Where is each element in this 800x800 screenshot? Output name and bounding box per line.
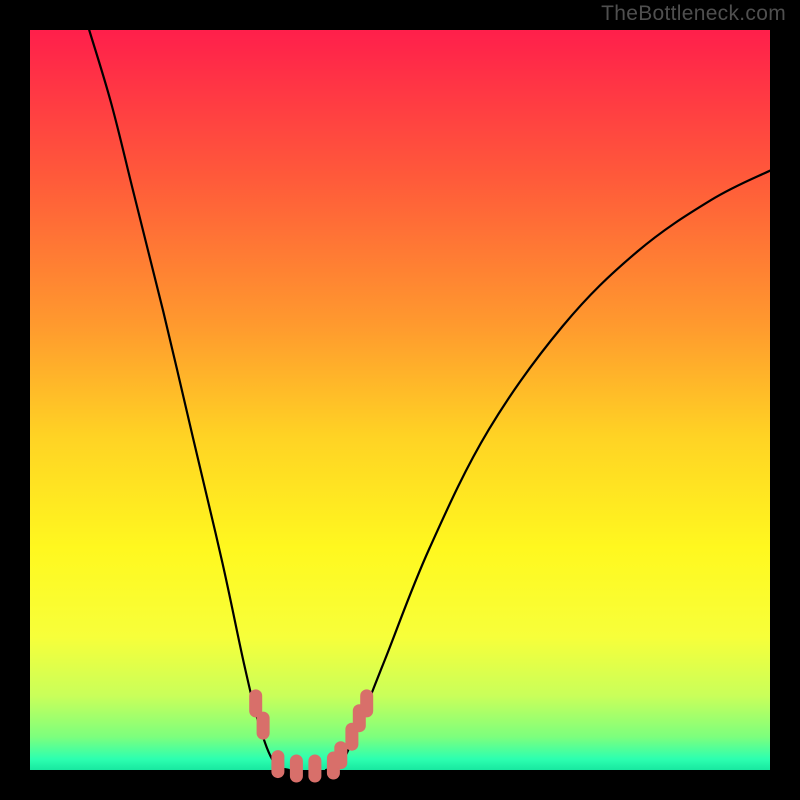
marker-dot xyxy=(308,755,321,783)
chart-stage: TheBottleneck.com xyxy=(0,0,800,800)
marker-dot xyxy=(271,750,284,778)
marker-dot xyxy=(290,755,303,783)
marker-dot xyxy=(360,689,373,717)
marker-dot xyxy=(257,712,270,740)
watermark-text: TheBottleneck.com xyxy=(601,2,786,26)
gradient-background xyxy=(30,30,770,770)
marker-dot xyxy=(334,741,347,769)
bottleneck-chart xyxy=(0,0,800,800)
